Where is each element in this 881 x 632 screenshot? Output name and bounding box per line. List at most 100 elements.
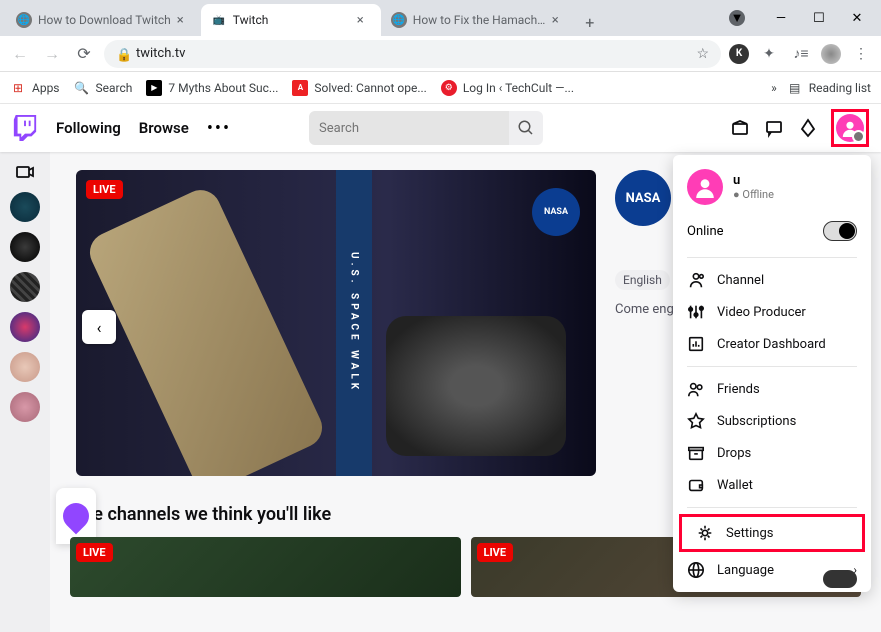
bookmark-login[interactable]: ⚙ Log In ‹ TechCult —... bbox=[441, 80, 574, 96]
lock-icon: 🔒 bbox=[116, 48, 128, 60]
bookmark-solved[interactable]: A Solved: Cannot ope... bbox=[292, 80, 426, 96]
menu-creator-dashboard[interactable]: Creator Dashboard bbox=[673, 328, 871, 360]
media-icon[interactable]: ♪≡ bbox=[789, 42, 813, 66]
minimize-button[interactable]: — bbox=[771, 11, 791, 26]
person-icon bbox=[841, 119, 859, 137]
tab-2-active[interactable]: 📺 Twitch × bbox=[201, 4, 381, 36]
user-avatar-button[interactable] bbox=[836, 114, 864, 142]
close-window-button[interactable]: ✕ bbox=[847, 11, 867, 26]
online-label: Online bbox=[687, 224, 724, 239]
online-toggle-row[interactable]: Online bbox=[673, 215, 871, 251]
menu-label: Subscriptions bbox=[717, 414, 796, 429]
nav-browse[interactable]: Browse bbox=[139, 119, 189, 137]
channel-avatar[interactable]: NASA bbox=[615, 170, 671, 226]
dropdown-username: u bbox=[733, 173, 774, 188]
address-bar: ← → ⟳ 🔒 twitch.tv ☆ K ✦ ♪≡ ⋮ bbox=[0, 36, 881, 72]
dashboard-icon bbox=[687, 335, 705, 353]
close-icon[interactable]: × bbox=[357, 13, 371, 27]
globe-icon: 🌐 bbox=[391, 12, 407, 28]
menu-settings[interactable]: Settings bbox=[682, 517, 862, 549]
star-icon bbox=[687, 412, 705, 430]
sidebar-channel-6[interactable] bbox=[10, 392, 40, 422]
sidebar-channel-3[interactable] bbox=[10, 272, 40, 302]
settings-highlight: Settings bbox=[679, 514, 865, 552]
menu-label: Language bbox=[717, 563, 774, 578]
back-button[interactable]: ← bbox=[8, 42, 32, 66]
sidebar-channel-5[interactable] bbox=[10, 352, 40, 382]
dropdown-status: ● Offline bbox=[733, 188, 774, 201]
omnibox[interactable]: 🔒 twitch.tv ☆ bbox=[104, 40, 721, 68]
browser-tabs: 🌐 How to Download Twitch × 📺 Twitch × 🌐 … bbox=[0, 0, 715, 36]
sidebar-channel-2[interactable] bbox=[10, 232, 40, 262]
toggle-switch[interactable] bbox=[823, 221, 857, 241]
more-icon[interactable]: ••• bbox=[207, 118, 231, 139]
menu-label: Friends bbox=[717, 382, 760, 397]
wallet-icon bbox=[687, 476, 705, 494]
menu-label: Channel bbox=[717, 273, 764, 288]
strip-text: U.S. SPACE WALK bbox=[349, 252, 360, 393]
reload-button[interactable]: ⟳ bbox=[72, 42, 96, 66]
overflow-icon[interactable]: » bbox=[771, 81, 777, 95]
browser-titlebar: 🌐 How to Download Twitch × 📺 Twitch × 🌐 … bbox=[0, 0, 881, 36]
extensions-icon[interactable]: ✦ bbox=[757, 42, 781, 66]
twitch-icon: 📺 bbox=[211, 12, 227, 28]
tab-label: How to Fix the Hamachi T bbox=[413, 13, 546, 27]
reading-list-icon: ▤ bbox=[787, 80, 803, 96]
whispers-icon[interactable] bbox=[763, 117, 785, 139]
search-button[interactable] bbox=[509, 111, 543, 145]
url-text: twitch.tv bbox=[136, 46, 185, 61]
star-icon[interactable]: ☆ bbox=[696, 46, 709, 62]
menu-video-producer[interactable]: Video Producer bbox=[673, 296, 871, 328]
apps-grid-icon: ⊞ bbox=[10, 80, 26, 96]
twitch-logo-icon[interactable] bbox=[12, 115, 38, 141]
menu-friends[interactable]: Friends bbox=[673, 373, 871, 405]
menu-drops[interactable]: Drops bbox=[673, 437, 871, 469]
window-controls: ▼ — ☐ ✕ bbox=[715, 0, 881, 36]
forward-button[interactable]: → bbox=[40, 42, 64, 66]
menu-wallet[interactable]: Wallet bbox=[673, 469, 871, 501]
menu-subscriptions[interactable]: Subscriptions bbox=[673, 405, 871, 437]
bookmark-search[interactable]: 🔍 Search bbox=[74, 80, 133, 96]
hero-stream[interactable]: LIVE U.S. SPACE WALK NASA ‹ bbox=[76, 170, 596, 476]
kebab-menu-icon[interactable]: ⋮ bbox=[849, 42, 873, 66]
reading-list-button[interactable]: ▤ Reading list bbox=[787, 80, 871, 96]
search-icon bbox=[517, 119, 535, 137]
dropdown-avatar bbox=[687, 169, 723, 205]
sidebar-channel-1[interactable] bbox=[10, 192, 40, 222]
live-badge: LIVE bbox=[86, 180, 123, 199]
menu-label: Wallet bbox=[717, 478, 753, 493]
bookmark-myths[interactable]: ▶︎ 7 Myths About Suc... bbox=[146, 80, 278, 96]
profile-avatar[interactable] bbox=[821, 44, 841, 64]
apps-button[interactable]: ⊞ Apps bbox=[10, 80, 60, 96]
bits-icon[interactable] bbox=[797, 117, 819, 139]
sidebar-channel-4[interactable] bbox=[10, 312, 40, 342]
prime-loot-icon[interactable] bbox=[729, 117, 751, 139]
hero-prev-button[interactable]: ‹ bbox=[82, 310, 116, 344]
close-icon[interactable]: × bbox=[552, 13, 566, 27]
bookmarks-bar: ⊞ Apps 🔍 Search ▶︎ 7 Myths About Suc... … bbox=[0, 72, 881, 104]
friends-icon bbox=[687, 380, 705, 398]
camera-icon[interactable] bbox=[15, 162, 35, 182]
menu-label: Drops bbox=[717, 446, 751, 461]
search-input[interactable] bbox=[309, 111, 509, 145]
menu-channel[interactable]: Channel bbox=[673, 264, 871, 296]
gear-icon bbox=[696, 524, 714, 542]
live-card-1[interactable]: LIVE bbox=[70, 537, 461, 597]
person-icon bbox=[694, 176, 716, 198]
sliders-icon bbox=[687, 303, 705, 321]
maximize-button[interactable]: ☐ bbox=[809, 11, 829, 26]
promo-card[interactable] bbox=[56, 488, 96, 544]
language-tag[interactable]: English bbox=[615, 270, 670, 290]
close-icon[interactable]: × bbox=[177, 13, 191, 27]
new-tab-button[interactable]: + bbox=[576, 8, 604, 36]
separator bbox=[687, 257, 857, 258]
tab-1[interactable]: 🌐 How to Download Twitch × bbox=[6, 4, 201, 36]
bookmark-label: Log In ‹ TechCult —... bbox=[463, 81, 574, 95]
nav-following[interactable]: Following bbox=[56, 119, 121, 137]
user-menu-highlight bbox=[831, 109, 869, 147]
dark-toggle-partial[interactable] bbox=[823, 570, 857, 588]
extension-k[interactable]: K bbox=[729, 44, 749, 64]
shield-icon: ▼ bbox=[729, 10, 745, 26]
tab-3[interactable]: 🌐 How to Fix the Hamachi T × bbox=[381, 4, 576, 36]
bookmark-label: 7 Myths About Suc... bbox=[168, 81, 278, 95]
